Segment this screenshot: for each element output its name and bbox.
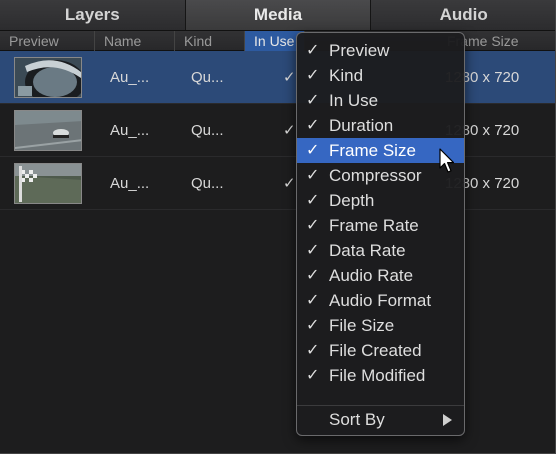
tab-audio[interactable]: Audio bbox=[371, 0, 556, 30]
column-context-menu: ✓ Preview ✓ Kind ✓ In Use ✓ Duration ✓ Frame … bbox=[296, 32, 465, 436]
tab-media[interactable]: Media bbox=[185, 0, 372, 30]
menu-item-depth[interactable]: ✓ Depth bbox=[297, 188, 464, 213]
checkmark-icon: ✓ bbox=[306, 317, 320, 334]
submenu-arrow-icon bbox=[443, 414, 452, 426]
clip-thumbnail bbox=[14, 110, 82, 151]
table-row[interactable]: Au_... Qu... ✓ 1280 x 720 bbox=[0, 51, 556, 104]
checkmark-icon: ✓ bbox=[306, 217, 320, 234]
menu-item-kind[interactable]: ✓ Kind bbox=[297, 63, 464, 88]
menu-item-file-modified[interactable]: ✓ File Modified bbox=[297, 363, 464, 388]
column-preview[interactable]: Preview bbox=[0, 31, 95, 51]
checkmark-icon: ✓ bbox=[306, 67, 320, 84]
menu-item-data-rate[interactable]: ✓ Data Rate bbox=[297, 238, 464, 263]
clip-name: Au_... bbox=[110, 175, 150, 192]
clip-kind: Qu... bbox=[191, 69, 224, 86]
menu-item-audio-rate[interactable]: ✓ Audio Rate bbox=[297, 263, 464, 288]
mouse-pointer-icon bbox=[439, 148, 455, 173]
checkmark-icon: ✓ bbox=[306, 242, 320, 259]
checkmark-icon: ✓ bbox=[306, 92, 320, 109]
table-row[interactable]: Au_... Qu... ✓ 1280 x 720 bbox=[0, 104, 556, 157]
checkmark-icon: ✓ bbox=[306, 142, 320, 159]
tab-bar: Layers Media Audio bbox=[0, 0, 556, 30]
clip-thumbnail bbox=[14, 57, 82, 98]
clip-name: Au_... bbox=[110, 122, 150, 139]
menu-item-sort-by[interactable]: Sort By bbox=[297, 407, 464, 432]
clip-in-use: ✓ bbox=[283, 175, 296, 192]
menu-separator bbox=[297, 405, 464, 406]
checkmark-icon: ✓ bbox=[306, 367, 320, 384]
menu-item-audio-format[interactable]: ✓ Audio Format bbox=[297, 288, 464, 313]
checkmark-icon: ✓ bbox=[306, 42, 320, 59]
menu-item-in-use[interactable]: ✓ In Use bbox=[297, 88, 464, 113]
checkmark-icon: ✓ bbox=[306, 167, 320, 184]
checkmark-icon: ✓ bbox=[306, 292, 320, 309]
checkmark-icon: ✓ bbox=[306, 117, 320, 134]
menu-item-file-created[interactable]: ✓ File Created bbox=[297, 338, 464, 363]
clip-in-use: ✓ bbox=[283, 69, 296, 86]
checkmark-icon: ✓ bbox=[306, 342, 320, 359]
menu-item-frame-rate[interactable]: ✓ Frame Rate bbox=[297, 213, 464, 238]
clip-name: Au_... bbox=[110, 69, 150, 86]
table-row[interactable]: Au_... Qu... ✓ 1280 x 720 bbox=[0, 157, 556, 210]
checkmark-icon: ✓ bbox=[306, 192, 320, 209]
menu-item-duration[interactable]: ✓ Duration bbox=[297, 113, 464, 138]
column-header-bar: Preview Name Kind In Use Frame Size bbox=[0, 30, 556, 51]
checkmark-icon: ✓ bbox=[306, 267, 320, 284]
column-kind[interactable]: Kind bbox=[175, 31, 245, 51]
column-name[interactable]: Name bbox=[95, 31, 175, 51]
clip-kind: Qu... bbox=[191, 175, 224, 192]
clip-thumbnail bbox=[14, 163, 82, 204]
clip-in-use: ✓ bbox=[283, 122, 296, 139]
clip-kind: Qu... bbox=[191, 122, 224, 139]
menu-item-file-size[interactable]: ✓ File Size bbox=[297, 313, 464, 338]
menu-item-preview[interactable]: ✓ Preview bbox=[297, 38, 464, 63]
tab-layers[interactable]: Layers bbox=[0, 0, 186, 30]
